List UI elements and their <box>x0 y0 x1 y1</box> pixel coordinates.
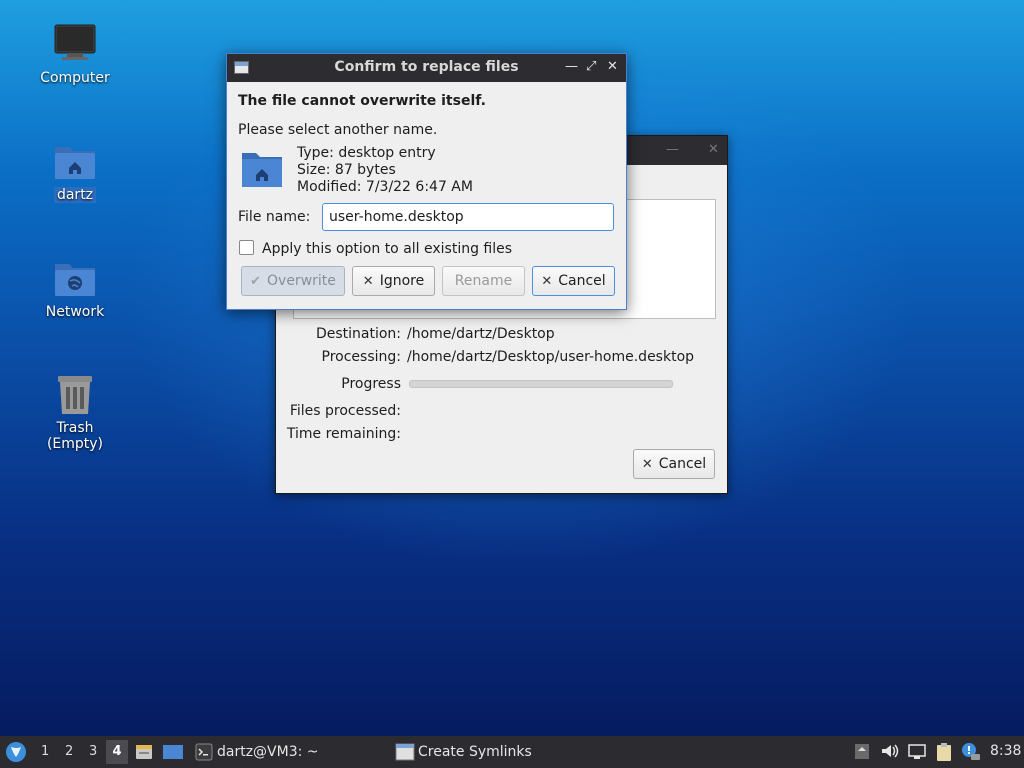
desktop-icon-label: Computer <box>40 70 110 86</box>
home-folder-icon <box>52 139 98 185</box>
progress-bar <box>409 380 673 388</box>
network-folder-icon <box>52 256 98 302</box>
notification-icon <box>962 743 980 760</box>
files-processed-label: Files processed: <box>289 403 401 419</box>
rename-button-label: Rename <box>454 273 513 289</box>
app-menu-icon <box>6 742 26 762</box>
computer-icon <box>52 22 98 68</box>
processing-value: /home/dartz/Desktop/user-home.desktop <box>407 349 695 365</box>
file-modified: Modified: 7/3/22 6:47 AM <box>297 179 473 195</box>
time-remaining-label: Time remaining: <box>286 426 401 442</box>
processing-label: Processing: <box>321 349 401 365</box>
close-icon[interactable]: ✕ <box>607 59 618 74</box>
overwrite-button[interactable]: ✔ Overwrite <box>241 266 345 296</box>
close-icon[interactable]: ✕ <box>708 142 719 157</box>
file-name-label: File name: <box>238 209 311 225</box>
tray-network-icon[interactable] <box>907 742 927 764</box>
tray-notification-icon[interactable] <box>961 742 981 766</box>
dialog-heading: The file cannot overwrite itself. <box>238 93 486 109</box>
maximize-icon[interactable]: ⤢ <box>586 59 596 74</box>
taskbar-item-terminal[interactable]: dartz@VM3: ~ <box>195 740 319 764</box>
desktop-icon-label: Network <box>45 304 105 320</box>
taskbar: 1 2 3 4 dartz@VM3: ~ Create Symlinks 8:3… <box>0 736 1024 768</box>
tray-volume-icon[interactable] <box>880 742 900 764</box>
workspace-4[interactable]: 4 <box>106 740 128 764</box>
progress-cancel-button[interactable]: ✕ Cancel <box>633 449 715 479</box>
close-icon: ✕ <box>362 274 374 289</box>
overwrite-button-label: Overwrite <box>267 273 336 289</box>
workspace-2[interactable]: 2 <box>65 744 73 759</box>
workspace-1[interactable]: 1 <box>41 744 49 759</box>
taskbar-item-create-symlinks[interactable]: Create Symlinks <box>395 740 532 764</box>
apply-all-checkbox[interactable] <box>239 240 254 255</box>
window-icon <box>395 743 415 761</box>
volume-icon <box>882 744 899 758</box>
ignore-button[interactable]: ✕ Ignore <box>352 266 435 296</box>
tray-updates-icon[interactable] <box>854 742 870 764</box>
taskbar-item-label: dartz@VM3: ~ <box>217 744 319 760</box>
desktop-icon-label: dartz <box>53 187 97 203</box>
minimize-icon[interactable]: — <box>565 59 578 74</box>
file-manager-launcher[interactable] <box>134 742 154 766</box>
tray-clipboard-icon[interactable] <box>934 742 954 766</box>
up-arrow-icon <box>855 744 869 759</box>
file-type: Type: desktop entry <box>297 145 436 161</box>
start-menu-button[interactable] <box>4 740 28 764</box>
confirm-replace-dialog: Confirm to replace files — ⤢ ✕ The file … <box>226 53 627 310</box>
cancel-button[interactable]: ✕ Cancel <box>532 266 615 296</box>
trash-icon <box>52 372 98 418</box>
terminal-icon <box>195 743 213 761</box>
show-desktop-button[interactable] <box>162 742 184 766</box>
file-name-input[interactable]: user-home.desktop <box>322 203 614 231</box>
desktop-icon-computer[interactable]: Computer <box>25 22 125 86</box>
clock[interactable]: 8:38 <box>990 743 1021 759</box>
rename-button[interactable]: Rename <box>442 266 525 296</box>
network-icon <box>908 744 926 759</box>
destination-label: Destination: <box>315 326 401 342</box>
progress-label: Progress <box>341 376 401 392</box>
dialog-titlebar[interactable]: Confirm to replace files — ⤢ ✕ <box>227 54 626 82</box>
close-icon: ✕ <box>541 274 553 289</box>
destination-value: /home/dartz/Desktop <box>407 326 555 342</box>
clipboard-icon <box>937 743 951 761</box>
cancel-button-label: Cancel <box>558 273 606 289</box>
minimize-icon[interactable]: — <box>666 142 679 157</box>
desktop-icon <box>163 745 183 759</box>
cancel-button-label: Cancel <box>658 456 707 472</box>
desktop-icon-label: Trash (Empty) <box>46 420 104 452</box>
apply-all-label: Apply this option to all existing files <box>262 241 513 257</box>
desktop-icon-trash[interactable]: Trash (Empty) <box>25 372 125 452</box>
desktop-icon-home-folder[interactable]: dartz <box>25 139 125 203</box>
ignore-button-label: Ignore <box>379 273 425 289</box>
workspace-3[interactable]: 3 <box>89 744 97 759</box>
file-manager-icon <box>136 745 152 759</box>
taskbar-item-label: Create Symlinks <box>418 744 532 760</box>
file-size: Size: 87 bytes <box>297 162 396 178</box>
close-icon: ✕ <box>641 457 653 472</box>
checkmark-icon: ✔ <box>250 274 262 289</box>
desktop-icon-network[interactable]: Network <box>25 256 125 320</box>
home-folder-icon <box>240 149 284 195</box>
dialog-instruction: Please select another name. <box>238 122 438 138</box>
